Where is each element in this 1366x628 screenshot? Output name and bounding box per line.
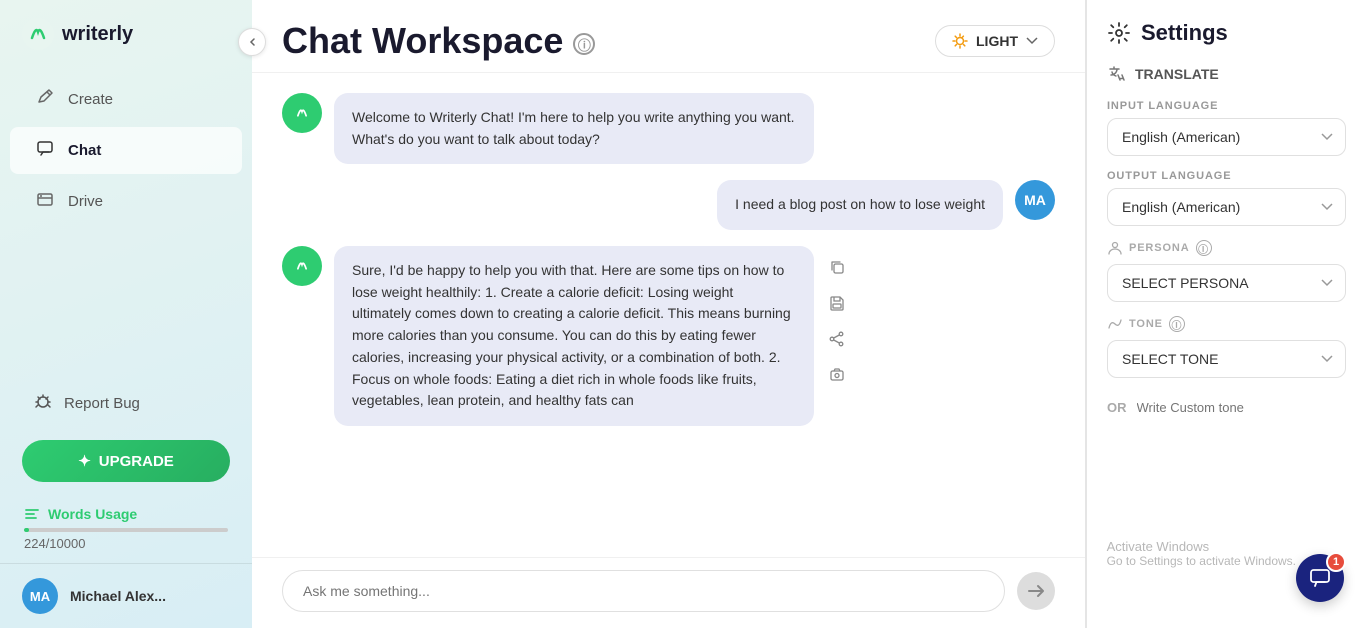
- report-bug-label: Report Bug: [64, 395, 140, 412]
- bot-avatar-1: [282, 93, 322, 133]
- sidebar-drive-label: Drive: [68, 193, 103, 210]
- bot-avatar-2: [282, 246, 322, 286]
- settings-title: Settings: [1141, 20, 1228, 46]
- page-title-row: Chat Workspace ⓘ: [282, 20, 595, 62]
- sidebar-item-drive[interactable]: Drive: [10, 178, 242, 225]
- bug-icon: [34, 392, 52, 414]
- sidebar-item-create[interactable]: Create: [10, 76, 242, 123]
- chat-input[interactable]: [282, 570, 1005, 612]
- bot-message-1: Welcome to Writerly Chat! I'm here to he…: [334, 93, 814, 164]
- user-chat-avatar: MA: [1015, 180, 1055, 220]
- sidebar-item-chat[interactable]: Chat: [10, 127, 242, 174]
- sidebar: writerly Create Chat Drive Report Bug ✦ …: [0, 0, 252, 628]
- persona-icon: [1107, 240, 1123, 256]
- tone-select[interactable]: SELECT TONE: [1107, 340, 1346, 378]
- logo-area: writerly: [0, 18, 252, 74]
- main-header: Chat Workspace ⓘ LIGHT: [252, 0, 1085, 73]
- output-language-label: OUTPUT LANGUAGE: [1107, 170, 1346, 182]
- words-usage-title: Words Usage: [24, 506, 228, 522]
- chat-input-bar: [252, 557, 1085, 628]
- words-usage-section: Words Usage 224/10000: [0, 498, 252, 563]
- activate-watermark: Activate Windows Go to Settings to activ…: [1107, 539, 1296, 568]
- theme-toggle-button[interactable]: LIGHT: [935, 25, 1055, 57]
- bot-msg-with-actions: Sure, I'd be happy to help you with that…: [334, 246, 852, 426]
- persona-select[interactable]: SELECT PERSONA: [1107, 264, 1346, 302]
- translate-label: TRANSLATE: [1135, 66, 1219, 82]
- share-button[interactable]: [822, 324, 852, 354]
- sun-icon: [952, 33, 968, 49]
- drive-icon: [34, 190, 56, 213]
- translate-icon: [1107, 64, 1127, 84]
- main-content: Chat Workspace ⓘ LIGHT Welcome to Writer…: [252, 0, 1086, 628]
- send-button[interactable]: [1017, 572, 1055, 610]
- bot-message-2: Sure, I'd be happy to help you with that…: [334, 246, 814, 426]
- words-usage-icon: [24, 506, 40, 522]
- persona-label: PERSONA: [1129, 242, 1190, 254]
- tone-icon: [1107, 316, 1123, 332]
- upgrade-label: UPGRADE: [99, 453, 174, 470]
- message-row-user-1: I need a blog post on how to lose weight…: [282, 180, 1055, 230]
- create-icon: [34, 88, 56, 111]
- or-row: OR: [1107, 400, 1346, 415]
- user-avatar: MA: [22, 578, 58, 614]
- message-row-bot-2: Sure, I'd be happy to help you with that…: [282, 246, 1055, 426]
- user-message-1: I need a blog post on how to lose weight: [717, 180, 1003, 230]
- upgrade-button[interactable]: ✦ UPGRADE: [22, 440, 230, 482]
- output-language-select[interactable]: English (American): [1107, 188, 1346, 226]
- copy-button[interactable]: [822, 252, 852, 282]
- input-language-select[interactable]: English (American): [1107, 118, 1346, 156]
- send-icon: [1027, 582, 1045, 600]
- user-name: Michael Alex...: [70, 588, 166, 604]
- chat-area: Welcome to Writerly Chat! I'm here to he…: [252, 73, 1085, 557]
- message-row-bot-1: Welcome to Writerly Chat! I'm here to he…: [282, 93, 1055, 164]
- report-bug-button[interactable]: Report Bug: [10, 382, 242, 424]
- save-button[interactable]: [822, 288, 852, 318]
- tone-label-row: TONE ⓘ: [1107, 316, 1346, 332]
- persona-label-row: PERSONA ⓘ: [1107, 240, 1346, 256]
- custom-tone-input[interactable]: [1137, 400, 1347, 415]
- settings-gear-icon: [1107, 21, 1131, 45]
- input-language-label: INPUT LANGUAGE: [1107, 100, 1346, 112]
- chevron-down-icon: [1026, 37, 1038, 45]
- theme-label: LIGHT: [976, 33, 1018, 49]
- sidebar-toggle[interactable]: [238, 28, 266, 56]
- chat-widget[interactable]: 1: [1296, 554, 1344, 602]
- translate-row: TRANSLATE: [1107, 64, 1346, 84]
- settings-panel: Settings TRANSLATE INPUT LANGUAGE Englis…: [1086, 0, 1366, 628]
- sidebar-chat-label: Chat: [68, 142, 101, 159]
- logo-icon: [22, 18, 54, 50]
- message-actions: [822, 246, 852, 390]
- or-label: OR: [1107, 400, 1127, 415]
- page-title: Chat Workspace: [282, 20, 563, 62]
- user-profile[interactable]: MA Michael Alex...: [0, 563, 252, 628]
- chat-icon: [34, 139, 56, 162]
- words-usage-count: 224/10000: [24, 536, 228, 551]
- words-usage-bar: [24, 528, 228, 532]
- chat-widget-badge: 1: [1326, 552, 1346, 572]
- screenshot-button[interactable]: [822, 360, 852, 390]
- chat-widget-icon: [1309, 567, 1331, 589]
- logo-text: writerly: [62, 23, 133, 46]
- sidebar-create-label: Create: [68, 91, 113, 108]
- tone-info-icon[interactable]: ⓘ: [1169, 316, 1185, 332]
- persona-info-icon[interactable]: ⓘ: [1196, 240, 1212, 256]
- tone-label: TONE: [1129, 318, 1163, 330]
- words-usage-fill: [24, 528, 29, 532]
- settings-title-row: Settings: [1107, 20, 1346, 46]
- upgrade-icon: ✦: [78, 452, 91, 470]
- title-info-icon[interactable]: ⓘ: [573, 33, 595, 55]
